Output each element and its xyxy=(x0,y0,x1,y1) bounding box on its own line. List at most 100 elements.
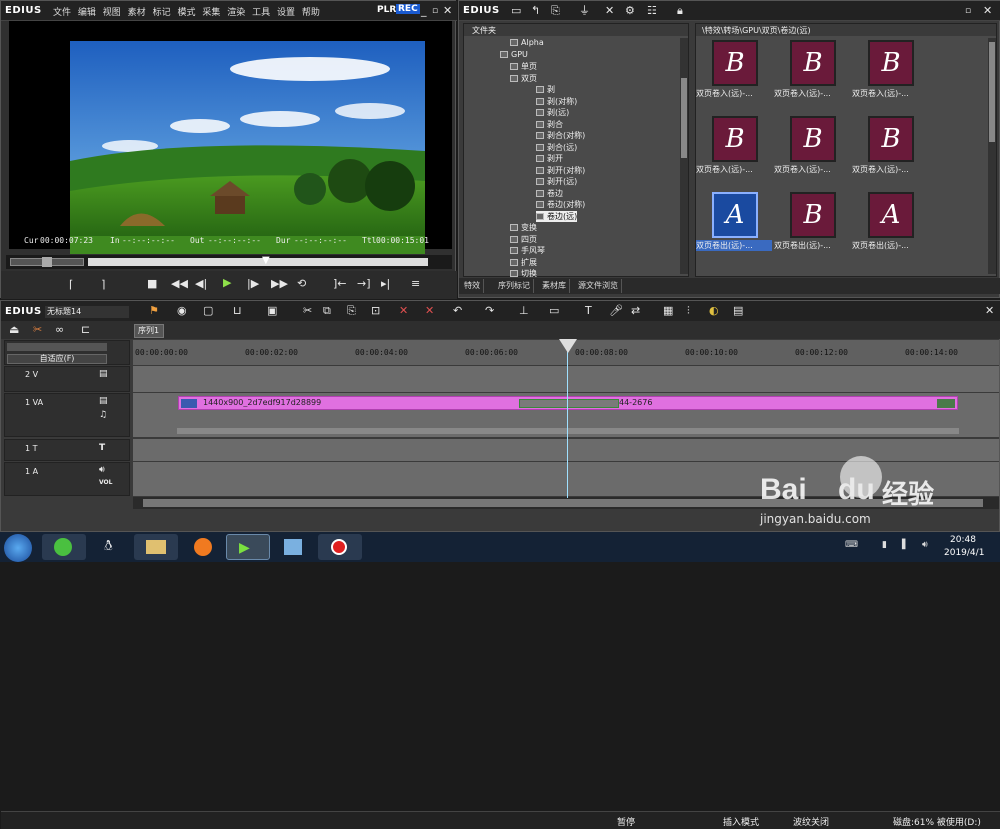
bin-maximize-icon[interactable]: ▫ xyxy=(965,4,971,18)
link-icon[interactable]: ∞ xyxy=(55,323,64,337)
delete-icon[interactable]: ✕ xyxy=(605,4,614,18)
tree-scrollbar[interactable] xyxy=(680,38,688,274)
step-back-icon[interactable]: ◀| xyxy=(195,277,207,291)
track-header-1a[interactable]: 1 A 🔊︎ VOL xyxy=(4,462,130,496)
tree-item[interactable]: 四页 xyxy=(510,234,537,245)
effect-label[interactable]: 双页卷出(远)-... xyxy=(852,240,928,251)
shuttle-handle[interactable] xyxy=(42,257,52,267)
position-slider[interactable] xyxy=(88,258,428,266)
overwrite-icon[interactable]: →] xyxy=(357,277,371,291)
menu-capture[interactable]: 采集 xyxy=(202,8,220,18)
undo-icon[interactable]: ↶ xyxy=(453,304,462,318)
effect-thumbnail[interactable]: B xyxy=(712,40,758,86)
tab-asset-bin[interactable]: 素材库 xyxy=(539,279,570,293)
effect-label[interactable]: 双页卷入(远)-... xyxy=(852,164,928,175)
taskbar-edius[interactable]: ▶ xyxy=(226,534,270,560)
playhead-line[interactable] xyxy=(567,340,568,498)
effect-thumbnail[interactable]: B xyxy=(868,116,914,162)
tree-item[interactable]: 剥开 xyxy=(536,153,563,164)
menu-render[interactable]: 渲染 xyxy=(227,8,245,18)
delete-clip-icon[interactable]: ✕ xyxy=(399,304,408,318)
paste-effect-icon[interactable]: ⎘ xyxy=(551,4,560,18)
thumbs-scrollbar-thumb[interactable] xyxy=(989,42,995,142)
view-mode-icon[interactable]: ☷ xyxy=(647,4,657,18)
effect-thumbnail[interactable]: B xyxy=(712,116,758,162)
menu-file[interactable]: 文件 xyxy=(53,8,71,18)
folder-icon[interactable]: ▭ xyxy=(511,4,521,18)
tree-scrollbar-thumb[interactable] xyxy=(681,78,687,158)
ripple-icon[interactable]: ✂ xyxy=(33,323,42,337)
close-icon[interactable]: ✕ xyxy=(443,4,452,18)
tree-item[interactable]: 变换 xyxy=(510,222,537,233)
timeline-close-icon[interactable]: ✕ xyxy=(985,304,994,318)
menu-help[interactable]: 帮助 xyxy=(302,8,320,18)
export-icon[interactable]: ⇄ xyxy=(631,304,640,318)
taskbar-explorer[interactable] xyxy=(134,534,178,560)
start-button[interactable] xyxy=(4,534,32,562)
menu-view[interactable]: 视图 xyxy=(103,8,121,18)
tab-effects[interactable]: 特效 xyxy=(461,279,484,293)
thumbs-scrollbar[interactable] xyxy=(988,38,996,274)
camera-icon[interactable]: ◉ xyxy=(177,304,187,318)
sync-icon[interactable]: ⊏ xyxy=(81,323,90,337)
tree-item[interactable]: 剥 xyxy=(536,84,555,95)
match-frame-icon[interactable]: ▸| xyxy=(381,277,390,291)
sequence-tab[interactable]: 序列1 xyxy=(134,324,164,338)
effect-thumbnail[interactable]: B xyxy=(790,40,836,86)
up-folder-icon[interactable]: ↰ xyxy=(531,4,540,18)
menu-edit[interactable]: 编辑 xyxy=(78,8,96,18)
filter-icon[interactable]: ⏚ xyxy=(579,4,590,18)
fast-forward-icon[interactable]: ▶▶ xyxy=(271,277,288,291)
set-out-icon[interactable]: ⌉ xyxy=(101,278,105,292)
rewind-icon[interactable]: ◀◀ xyxy=(171,277,188,291)
mode-toggle-icon[interactable]: ⚑ xyxy=(149,304,159,318)
minimize-icon[interactable]: _ xyxy=(421,4,427,18)
tree-item[interactable]: 剥(对称) xyxy=(536,96,577,107)
taskbar-recorder[interactable] xyxy=(318,534,362,560)
effect-thumbnail[interactable]: B xyxy=(790,116,836,162)
tree-item[interactable]: 扩展 xyxy=(510,257,537,268)
tree-item[interactable]: GPU xyxy=(500,50,528,59)
title-track-icon[interactable]: T xyxy=(99,443,105,453)
tree-item[interactable]: 手风琴 xyxy=(510,245,545,256)
copy-icon[interactable]: ⧉ xyxy=(323,304,331,318)
grid-icon[interactable]: ▦ xyxy=(663,304,673,318)
effect-thumbnail[interactable]: B xyxy=(868,40,914,86)
new-sequence-icon[interactable]: ▢ xyxy=(203,304,213,318)
effect-label[interactable]: 双页卷入(远)-... xyxy=(852,88,928,99)
position-handle[interactable]: ▼ xyxy=(262,255,270,266)
timeline-zoom-slider[interactable] xyxy=(7,343,107,351)
effect-label[interactable]: 双页卷入(远)-... xyxy=(696,88,772,99)
clock-date[interactable]: 2019/4/1 xyxy=(944,548,984,558)
tree-item[interactable]: 双页 xyxy=(510,73,537,84)
effect-label[interactable]: 双页卷入(远)-... xyxy=(774,164,850,175)
zoom-mode-select[interactable]: 自适应(F) xyxy=(7,354,107,364)
menu-settings[interactable]: 设置 xyxy=(277,8,295,18)
taskbar-firefox[interactable] xyxy=(182,534,226,560)
taskbar-app[interactable] xyxy=(272,534,316,560)
effect-thumbnail[interactable]: A xyxy=(712,192,758,238)
track-header-2v[interactable]: 2 V ▤ xyxy=(4,366,130,392)
track-header-1t[interactable]: 1 T T xyxy=(4,439,130,461)
taskbar-browser-360[interactable] xyxy=(42,534,86,560)
rec-mode-button[interactable]: REC xyxy=(396,4,420,14)
effect-thumbnail[interactable]: B xyxy=(790,192,836,238)
output-icon[interactable]: ≡ xyxy=(411,277,420,291)
tree-item[interactable]: 剥开(远) xyxy=(536,176,577,187)
menu-tools[interactable]: 工具 xyxy=(252,8,270,18)
video-clip[interactable]: 1440x900_2d7edf917d28899 44-2676 xyxy=(178,396,958,410)
play-icon[interactable]: ▶ xyxy=(223,276,231,290)
loop-icon[interactable]: ⟲ xyxy=(297,277,306,291)
paste-icon[interactable]: ⎘ xyxy=(347,304,356,318)
taskbar-qq[interactable]: 🐧︎ xyxy=(90,534,134,560)
replace-icon[interactable]: ⊡ xyxy=(371,304,380,318)
tree-item[interactable]: 卷边 xyxy=(536,188,563,199)
color-icon[interactable]: ◐ xyxy=(709,304,719,318)
tree-item[interactable]: 剥合(远) xyxy=(536,142,577,153)
tree-item[interactable]: 剥合(对称) xyxy=(536,130,585,141)
effect-label[interactable]: 双页卷入(远)-... xyxy=(774,88,850,99)
tree-item[interactable]: 卷边(远) xyxy=(536,210,578,222)
tree-item[interactable]: 卷边(对称) xyxy=(536,199,585,210)
lock-icon[interactable]: 🔒︎ xyxy=(677,4,683,18)
track-visible-icon[interactable]: ▤ xyxy=(99,396,108,406)
